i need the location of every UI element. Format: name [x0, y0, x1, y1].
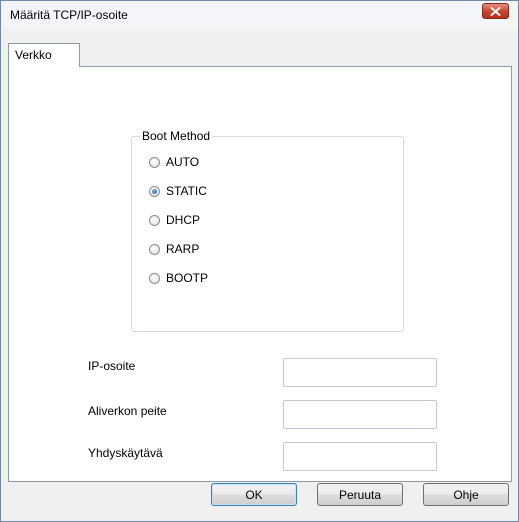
radio-bootp-indicator [149, 272, 160, 284]
boot-method-legend: Boot Method [140, 129, 213, 143]
radio-auto[interactable]: AUTO [149, 154, 199, 170]
radio-bootp-label: BOOTP [166, 271, 209, 285]
radio-static-indicator [149, 185, 160, 197]
window-title: Määritä TCP/IP-osoite [10, 8, 128, 22]
subnet-mask-label: Aliverkon peite [88, 404, 167, 418]
gateway-label: Yhdyskäytävä [88, 446, 163, 460]
tab-label: Verkko [15, 48, 52, 62]
dialog-window: Määritä TCP/IP-osoite Verkko Boot Method… [0, 0, 519, 522]
help-button[interactable]: Ohje [423, 483, 509, 506]
radio-rarp-label: RARP [166, 242, 200, 256]
gateway-input[interactable] [283, 442, 437, 471]
radio-dhcp-indicator [149, 214, 160, 226]
radio-dhcp-label: DHCP [166, 213, 201, 227]
radio-auto-label: AUTO [166, 155, 200, 169]
radio-dhcp[interactable]: DHCP [149, 212, 200, 228]
ip-address-input[interactable] [283, 358, 437, 387]
title-bar[interactable]: Määritä TCP/IP-osoite [1, 1, 518, 29]
cancel-button[interactable]: Peruuta [317, 483, 403, 506]
radio-rarp-indicator [149, 243, 160, 255]
subnet-mask-input[interactable] [283, 400, 437, 429]
tab-panel-verkko: Boot Method AUTO STATIC DHCP RARP BOOTP … [8, 66, 512, 482]
radio-static-label: STATIC [166, 184, 207, 198]
boot-method-group: Boot Method AUTO STATIC DHCP RARP BOOTP [131, 129, 404, 332]
radio-auto-indicator [149, 156, 160, 168]
dialog-client-area: Verkko Boot Method AUTO STATIC DHCP RARP… [5, 29, 514, 517]
tab-verkko[interactable]: Verkko [8, 43, 80, 67]
ip-address-label: IP-osoite [88, 359, 136, 373]
radio-rarp[interactable]: RARP [149, 241, 199, 257]
close-button[interactable] [482, 3, 509, 19]
radio-bootp[interactable]: BOOTP [149, 270, 208, 286]
close-icon [490, 6, 501, 16]
radio-static[interactable]: STATIC [149, 183, 207, 199]
ok-button[interactable]: OK [211, 483, 297, 506]
